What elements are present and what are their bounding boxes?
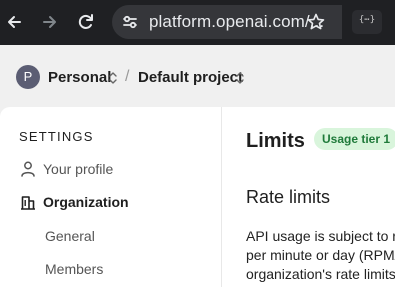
sidebar-item-organization[interactable]: Organization [19, 191, 209, 213]
paragraph-line: per minute or day (RPM/ [246, 247, 395, 263]
site-settings-icon[interactable] [120, 12, 140, 32]
browser-toolbar: platform.openai.com/... {⋯} [0, 0, 395, 45]
org-selector[interactable]: Personal [48, 69, 111, 86]
project-selector[interactable]: Default project [138, 69, 243, 86]
sidebar-item-your-profile[interactable]: Your profile [19, 158, 209, 180]
avatar[interactable]: P [16, 65, 40, 89]
url-text: platform.openai.com/... [149, 12, 325, 31]
paragraph-line: API usage is subject to r [246, 228, 395, 244]
settings-sidebar: SETTINGS Your profile Organization Gener… [0, 107, 222, 287]
extension-icon: {⋯} [358, 15, 376, 25]
sidebar-subitem-members[interactable]: Members [45, 261, 103, 277]
person-icon [19, 160, 37, 178]
building-icon [19, 193, 37, 211]
sidebar-heading: SETTINGS [19, 129, 94, 144]
sidebar-item-label: Your profile [43, 161, 114, 177]
paragraph-line: organization's rate limits [246, 266, 395, 282]
sidebar-subitem-general[interactable]: General [45, 228, 95, 244]
breadcrumb-separator: / [125, 68, 130, 85]
usage-tier-badge: Usage tier 1 [314, 128, 395, 150]
main-panel: SETTINGS Your profile Organization Gener… [0, 107, 395, 287]
bookmark-star-icon[interactable] [306, 12, 326, 32]
content-area: Limits Usage tier 1 Rate limits API usag… [222, 107, 395, 287]
section-title: Rate limits [246, 187, 331, 207]
back-arrow-icon[interactable] [4, 12, 24, 32]
project-chevron-updown-icon[interactable] [235, 71, 245, 85]
reload-icon[interactable] [76, 12, 96, 32]
forward-arrow-icon[interactable] [40, 12, 60, 32]
sidebar-item-label: Organization [43, 194, 129, 210]
page-title: Limits [246, 130, 305, 152]
extension-button[interactable]: {⋯} [352, 10, 382, 34]
project-bar: P Personal / Default project [0, 45, 395, 107]
org-chevron-updown-icon[interactable] [108, 71, 118, 85]
